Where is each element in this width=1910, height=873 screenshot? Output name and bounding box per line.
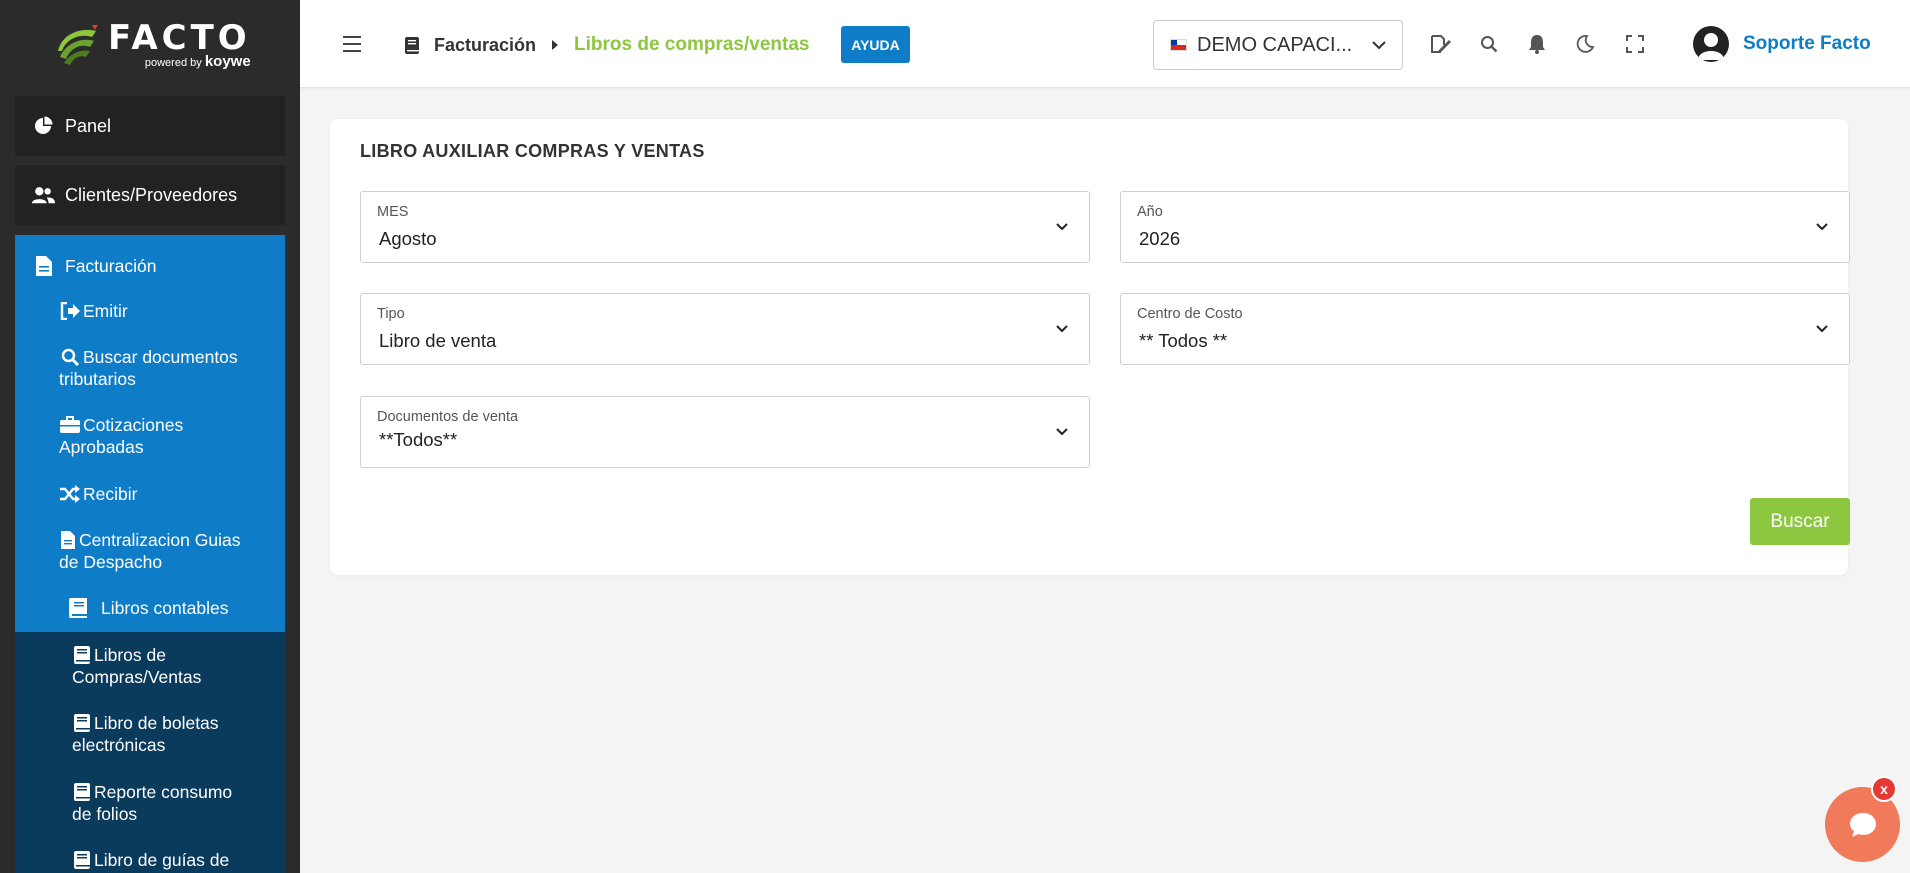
sidebar-item-label: Recibir	[83, 484, 138, 504]
breadcrumb-current: Libros de compras/ventas	[574, 34, 810, 55]
book-icon	[72, 712, 92, 734]
file-icon	[33, 255, 55, 277]
sidebar-item-label: Cotizaciones	[83, 415, 184, 435]
sidebar-item-label: Centralizacion Guias	[79, 530, 241, 550]
file-icon	[59, 529, 77, 551]
sidebar-item-panel[interactable]: Panel	[15, 96, 285, 156]
sidebar-item-label-line2: tributarios	[59, 369, 136, 389]
page-title: LIBRO AUXILIAR COMPRAS Y VENTAS	[360, 141, 705, 161]
signature-icon[interactable]	[1430, 33, 1452, 55]
chat-close-button[interactable]: x	[1871, 776, 1897, 802]
top-header: Facturación Libros de compras/ventas AYU…	[300, 0, 1910, 88]
shuffle-icon	[59, 483, 81, 505]
users-icon	[31, 183, 55, 207]
sidebar: FACTO powered by koywe Panel Clientes/Pr…	[0, 0, 300, 873]
chevron-down-icon	[1056, 428, 1068, 436]
chat-icon	[1849, 812, 1876, 837]
sidebar-item-recibir[interactable]: Recibir	[59, 483, 137, 505]
documentos-venta-select[interactable]: Documentos de venta **Todos**	[360, 396, 1090, 468]
sidebar-item-label-line2: de folios	[72, 804, 138, 824]
anio-select[interactable]: Año 2026	[1120, 191, 1850, 263]
mes-value: Agosto	[379, 228, 437, 249]
chevron-down-icon	[1816, 325, 1828, 333]
book-icon	[72, 781, 92, 803]
sidebar-item-label: Libro de guías de	[94, 850, 230, 870]
briefcase-icon	[59, 414, 81, 436]
breadcrumb-parent[interactable]: Facturación	[434, 35, 536, 56]
anio-value: 2026	[1139, 228, 1181, 249]
sidebar-item-label: Libro de boletas	[94, 713, 219, 733]
mes-label: MES	[377, 204, 409, 220]
facto-logo-icon	[58, 25, 98, 65]
tipo-select[interactable]: Tipo Libro de venta	[360, 293, 1090, 365]
avatar[interactable]	[1693, 26, 1729, 62]
sidebar-item-label: Panel	[65, 115, 112, 136]
fullscreen-icon[interactable]	[1624, 33, 1646, 55]
buscar-button[interactable]: Buscar	[1750, 498, 1850, 545]
sidebar-item-label: Libros de	[94, 645, 166, 665]
sign-out-icon	[59, 300, 81, 322]
help-button[interactable]: AYUDA	[841, 26, 910, 63]
chevron-down-icon	[1056, 325, 1068, 333]
company-name: DEMO CAPACI...	[1197, 33, 1353, 56]
bell-icon[interactable]	[1526, 33, 1548, 55]
sidebar-item-label-line2: de Despacho	[59, 552, 163, 572]
sidebar-item-label: Reporte consumo	[94, 782, 233, 802]
sidebar-item-libro-guias[interactable]: Libro de guías de	[72, 849, 229, 871]
mes-select[interactable]: MES Agosto	[360, 191, 1090, 263]
centro-costo-value: ** Todos **	[1139, 330, 1228, 351]
sidebar-item-label-line2: Compras/Ventas	[72, 667, 202, 687]
sidebar-item-label-line2: electrónicas	[72, 735, 166, 755]
search-icon[interactable]	[1478, 33, 1500, 55]
company-select[interactable]: DEMO CAPACI...	[1153, 20, 1403, 70]
menu-toggle-icon[interactable]	[343, 36, 361, 52]
anio-label: Año	[1137, 204, 1163, 220]
sidebar-item-reporte-folios[interactable]: Reporte consumo de folios	[72, 781, 232, 825]
tipo-value: Libro de venta	[379, 330, 497, 351]
sidebar-item-label-line2: Aprobadas	[59, 437, 144, 457]
centro-costo-select[interactable]: Centro de Costo ** Todos **	[1120, 293, 1850, 365]
sidebar-item-label: Libros contables	[101, 598, 229, 618]
sidebar-item-libro-boletas[interactable]: Libro de boletas electrónicas	[72, 712, 219, 756]
centro-costo-label: Centro de Costo	[1137, 306, 1243, 322]
sidebar-item-clientes[interactable]: Clientes/Proveedores	[15, 165, 285, 225]
sidebar-item-label: Emitir	[83, 301, 128, 321]
book-icon	[72, 849, 92, 871]
sidebar-item-label: Clientes/Proveedores	[65, 184, 238, 205]
book-icon	[405, 37, 419, 59]
sidebar-item-buscar-documentos[interactable]: Buscar documentos tributarios	[59, 346, 238, 390]
search-icon	[59, 346, 81, 368]
moon-icon[interactable]	[1574, 33, 1596, 55]
chevron-down-icon	[1056, 223, 1068, 231]
sidebar-item-libros-contables[interactable]: Libros contables	[67, 597, 228, 619]
book-icon	[72, 644, 92, 666]
sidebar-item-libros-compras-ventas[interactable]: Libros de Compras/Ventas	[72, 644, 201, 688]
chevron-down-icon	[1816, 223, 1828, 231]
tipo-label: Tipo	[377, 306, 405, 322]
chile-flag-icon	[1170, 39, 1187, 51]
sidebar-item-label: Buscar documentos	[83, 347, 238, 367]
breadcrumb-separator-icon	[552, 40, 558, 50]
sidebar-item-cotizaciones[interactable]: Cotizaciones Aprobadas	[59, 414, 183, 458]
libro-auxiliar-card: LIBRO AUXILIAR COMPRAS Y VENTAS MES Agos…	[330, 119, 1850, 575]
sidebar-item-facturacion[interactable]: Facturación	[33, 255, 156, 277]
pie-chart-icon	[31, 114, 55, 138]
documentos-venta-value: **Todos**	[379, 429, 458, 450]
sidebar-item-label: Facturación	[65, 256, 157, 276]
book-icon	[67, 597, 89, 619]
sidebar-item-emitir[interactable]: Emitir	[59, 300, 128, 322]
documentos-venta-label: Documentos de venta	[377, 409, 519, 425]
user-name[interactable]: Soporte Facto	[1743, 33, 1871, 55]
chevron-down-icon	[1372, 41, 1386, 50]
sidebar-item-centralizacion[interactable]: Centralizacion Guias de Despacho	[59, 529, 240, 573]
brand-logo[interactable]: FACTO powered by koywe	[0, 0, 300, 90]
brand-name: FACTO	[108, 17, 251, 58]
